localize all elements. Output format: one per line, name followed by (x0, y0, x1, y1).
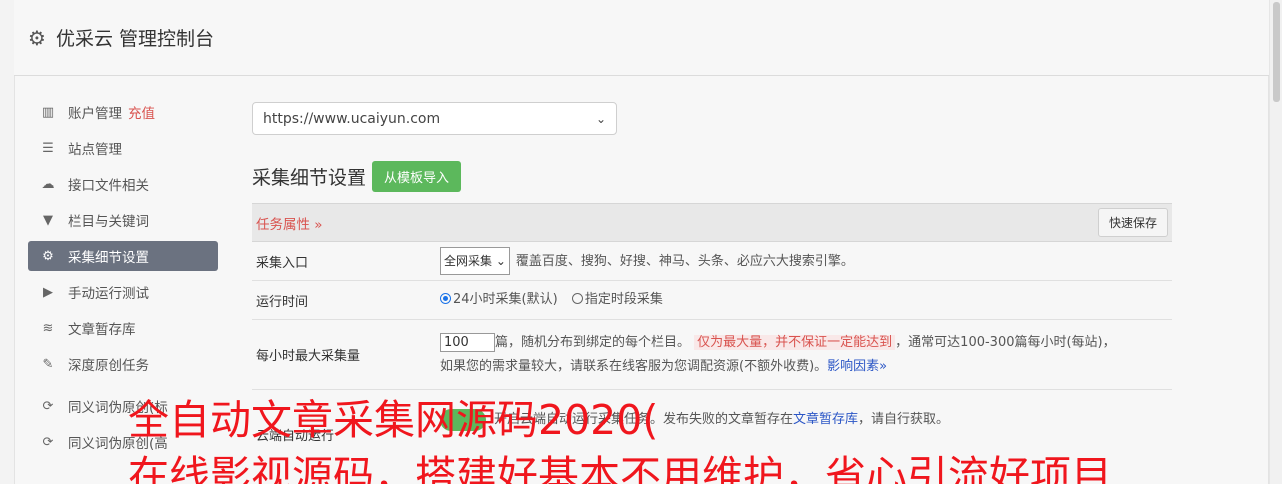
max-per-hour-input[interactable]: 100 (440, 332, 495, 352)
cloud-upload-icon: ☁ (41, 176, 55, 192)
page-title: 采集细节设置 (252, 167, 367, 189)
sidebar-item-label: 深度原创任务 (68, 358, 149, 374)
site-select[interactable]: https://www.ucaiyun.com ⌄ (252, 102, 617, 135)
recharge-link[interactable]: 充值 (128, 102, 155, 122)
max-label: 每小时最大采集量 (256, 349, 361, 364)
cloud-text2: ，请自行获取。 (858, 412, 950, 427)
refresh-icon: ⟳ (42, 434, 54, 450)
refresh-icon: ⟳ (42, 398, 54, 414)
filter-icon: ▼ (43, 212, 53, 228)
sidebar-item-label: 账户管理 (68, 106, 122, 122)
import-template-button[interactable]: 从模板导入 (372, 161, 462, 192)
max-warning: 仅为最大量，并不保证一定能达到 (694, 334, 896, 350)
sidebar-item-account[interactable]: ▥ 账户管理 充值 (28, 97, 218, 127)
article-store-link[interactable]: 文章暂存库 (793, 412, 858, 427)
scrollbar[interactable] (1269, 0, 1282, 484)
gear-icon[interactable]: ⚙ (28, 26, 46, 50)
section-header: 采集细节设置 从模板导入 (252, 161, 1172, 192)
console-title: 优采云 管理控制台 (55, 28, 214, 50)
sidebar-item-manual-run[interactable]: ▶ 手动运行测试 (28, 277, 218, 307)
radio-24h[interactable] (440, 293, 451, 304)
sidebar-item-label: 采集细节设置 (68, 250, 149, 266)
sidebar-item-collect-settings[interactable]: ⚙ 采集细节设置 (28, 241, 218, 271)
bar-chart-icon: ▥ (41, 104, 55, 120)
database-icon: ≋ (42, 320, 54, 336)
task-props-toggle[interactable]: 任务属性 » (256, 213, 323, 233)
table-row: 运行时间 24小时采集(默认) 指定时段采集 (252, 281, 1172, 320)
sidebar-item-label: 文章暂存库 (68, 322, 136, 338)
max-text1: 篇，随机分布到绑定的每个栏目。 (495, 334, 691, 350)
entry-select[interactable]: 全网采集 ⌄ (440, 247, 510, 275)
runtime-value: 24小时采集(默认) 指定时段采集 (440, 288, 1172, 312)
overlay-headline-1: 全自动文章采集网源码2020( (128, 396, 659, 444)
entry-value: 全网采集 ⌄ 覆盖百度、搜狗、好搜、神马、头条、必应六大搜索引擎。 (440, 247, 1172, 275)
sidebar-item-deep-original[interactable]: ✎ 深度原创任务 (28, 349, 218, 379)
entry-desc: 覆盖百度、搜狗、好搜、神马、头条、必应六大搜索引擎。 (515, 254, 854, 269)
sidebar-item-label: 栏目与关键词 (68, 214, 149, 230)
max-text2: ，通常可达100-300篇每小时(每站)， (895, 334, 1116, 350)
factors-link[interactable]: 影响因素» (827, 359, 887, 374)
sidebar-item-label: 手动运行测试 (68, 286, 149, 302)
max-value: 100 篇，随机分布到绑定的每个栏目。 仅为最大量，并不保证一定能达到 ，通常可达1… (440, 331, 1172, 379)
scrollbar-thumb[interactable] (1273, 2, 1280, 102)
sidebar-item-label: 站点管理 (68, 142, 122, 158)
entry-select-value: 全网采集 (444, 254, 493, 268)
sidebar-item-columns[interactable]: ▼ 栏目与关键词 (28, 205, 218, 235)
radio-scheduled-label: 指定时段采集 (584, 292, 663, 307)
sidebar-item-label: 接口文件相关 (68, 178, 149, 194)
sidebar-item-interface[interactable]: ☁ 接口文件相关 (28, 169, 218, 199)
radio-scheduled[interactable] (571, 293, 583, 304)
overlay-headline-2: 在线影视源码，搭建好基本不用维护，省心引流好项目 (128, 452, 1112, 484)
table-header: 任务属性 » 快速保存 (252, 203, 1172, 242)
sidebar-item-article-store[interactable]: ≋ 文章暂存库 (28, 313, 218, 343)
top-header: ⚙ 优采云 管理控制台 (14, 0, 1269, 76)
site-select-value: https://www.ucaiyun.com (263, 110, 441, 127)
quick-save-button[interactable]: 快速保存 (1097, 208, 1168, 237)
runtime-label: 运行时间 (256, 294, 309, 310)
max-text3: 如果您的需求量较大，请联系在线客服为您调配资源(不额外收费)。 (440, 358, 828, 374)
table-row: 采集入口 全网采集 ⌄ 覆盖百度、搜狗、好搜、神马、头条、必应六大搜索引擎。 (252, 242, 1172, 281)
sidebar-item-sites[interactable]: ☰ 站点管理 (28, 133, 218, 163)
server-icon: ☰ (42, 140, 54, 156)
entry-label: 采集入口 (256, 255, 309, 271)
edit-icon: ✎ (42, 356, 54, 372)
chevron-down-icon: ⌄ (595, 111, 606, 126)
gears-icon: ⚙ (42, 248, 54, 264)
play-circle-icon: ▶ (43, 284, 53, 300)
table-row: 每小时最大采集量 100 篇，随机分布到绑定的每个栏目。 仅为最大量，并不保证一定… (252, 320, 1172, 390)
radio-24h-label: 24小时采集(默认) (453, 292, 558, 307)
